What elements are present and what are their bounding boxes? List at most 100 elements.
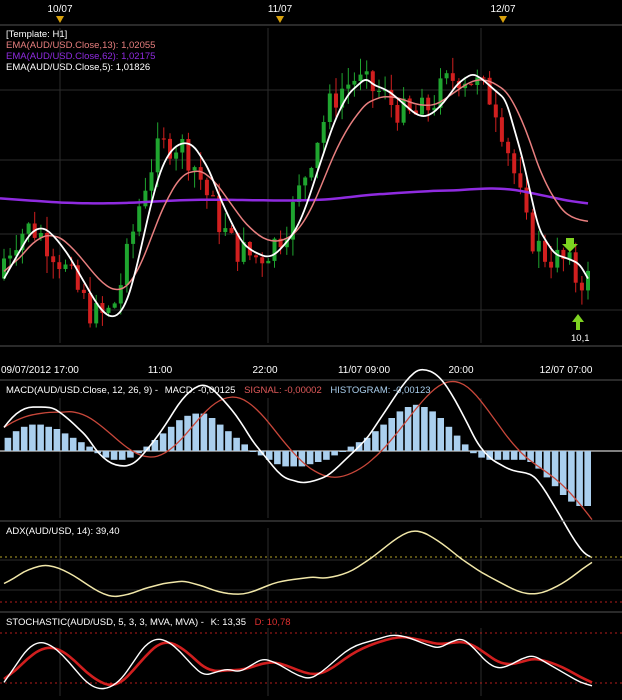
histogram-bar — [502, 451, 510, 460]
candle-body — [321, 122, 326, 143]
histogram-bar — [388, 418, 395, 451]
candle-body — [204, 179, 209, 196]
candle-body — [364, 71, 369, 75]
histogram-bar — [12, 431, 20, 451]
candle-body — [8, 255, 13, 259]
candle-body — [198, 167, 203, 180]
histogram-bar — [494, 451, 502, 460]
candle-body — [549, 261, 554, 268]
histogram-bar — [69, 437, 77, 451]
histogram-bar — [45, 426, 52, 451]
candle-body — [124, 243, 129, 285]
histogram-bar — [37, 424, 44, 451]
histogram-bar — [453, 435, 461, 451]
histogram-bar — [396, 411, 404, 451]
histogram-bar — [225, 431, 232, 451]
histogram-bar — [4, 437, 12, 451]
stochastic-d-value: D: 10,78 — [255, 617, 291, 628]
histogram-bar — [61, 433, 69, 451]
candle-body — [266, 260, 271, 264]
histogram-bar — [576, 451, 583, 506]
histogram-bar — [421, 407, 428, 451]
candle-body — [309, 168, 314, 178]
chart-window: 10/07 11/07 12/07 [Template: H1] EMA(AUD… — [0, 0, 622, 700]
candle-body — [327, 93, 332, 122]
ema13-legend: EMA(AUD/USD.Close,13): 1,02055 — [6, 40, 155, 51]
histogram-bar — [461, 444, 469, 451]
candle-body — [94, 303, 99, 324]
time-label-5: 20:00 — [448, 365, 473, 376]
candle-body — [211, 195, 215, 197]
candle-body — [112, 303, 117, 308]
top-date-2: 11/07 — [268, 4, 293, 15]
histogram-bar — [404, 407, 412, 451]
candle-body — [444, 73, 449, 79]
candle-body — [303, 177, 308, 186]
chart-background — [0, 0, 622, 700]
histogram-bar — [445, 426, 453, 451]
histogram-bar — [306, 451, 314, 465]
candle-body — [26, 223, 31, 234]
histogram-bar — [78, 442, 85, 451]
candle-body — [272, 238, 277, 261]
candle-body — [149, 172, 154, 191]
candle-body — [57, 262, 62, 269]
histogram-bar — [331, 451, 338, 456]
histogram-bar — [380, 424, 387, 451]
histogram-bar — [339, 451, 346, 452]
candle-body — [499, 117, 504, 142]
macd-legend: MACD(AUD/USD.Close, 12, 26, 9) - MACD: -… — [6, 385, 431, 396]
candle-body — [81, 289, 86, 293]
histogram-bar — [282, 451, 289, 467]
candle-body — [155, 138, 160, 173]
candle-body — [51, 256, 56, 263]
histogram-bar — [208, 418, 216, 451]
histogram-bar — [372, 431, 379, 451]
histogram-bar — [437, 418, 444, 451]
stochastic-label: STOCHASTIC(AUD/USD, 5, 3, 3, MVA, MVA) - — [6, 617, 204, 628]
candle-body — [377, 90, 381, 92]
histogram-bar — [233, 437, 240, 451]
candle-body — [88, 293, 93, 324]
candle-body — [426, 97, 431, 111]
candle-body — [254, 255, 258, 258]
histogram-bar — [184, 415, 191, 451]
candle-body — [192, 167, 197, 171]
histogram-bar — [510, 451, 518, 460]
histogram-bar — [200, 413, 208, 451]
candle-body — [555, 249, 560, 268]
histogram-bar — [29, 424, 36, 451]
top-date-1: 10/07 — [47, 4, 72, 15]
histogram-bar — [314, 451, 322, 462]
histogram-bar — [470, 451, 477, 454]
candle-body — [315, 142, 320, 168]
histogram-bar — [216, 424, 224, 451]
price-template-label: [Template: H1] — [6, 29, 67, 40]
candle-body — [420, 97, 424, 115]
macd-histogram-value: HISTOGRAM: -0,00123 — [330, 385, 430, 396]
candle-body — [536, 240, 541, 252]
candle-body — [180, 139, 185, 153]
price-tag: 10,1 — [571, 333, 590, 344]
candle-body — [469, 83, 474, 85]
candle-body — [573, 252, 578, 283]
histogram-bar — [347, 446, 355, 451]
candle-body — [63, 264, 68, 269]
candle-body — [450, 73, 455, 81]
candle-body — [346, 84, 351, 89]
histogram-bar — [323, 451, 330, 460]
candle-body — [506, 141, 511, 154]
candle-body — [370, 71, 375, 92]
candle-body — [229, 228, 234, 233]
candle-body — [518, 173, 523, 188]
candle-body — [530, 212, 535, 252]
time-label-4: 11/07 09:00 — [338, 365, 391, 376]
histogram-bar — [159, 433, 167, 451]
candle-body — [217, 195, 222, 233]
histogram-bar — [118, 451, 126, 460]
ema62-legend: EMA(AUD/USD.Close,62): 1,02175 — [6, 51, 155, 62]
candle-body — [395, 105, 400, 123]
candle-body — [543, 240, 547, 262]
candle-body — [260, 257, 265, 264]
macd-label: MACD(AUD/USD.Close, 12, 26, 9) - — [6, 385, 158, 396]
